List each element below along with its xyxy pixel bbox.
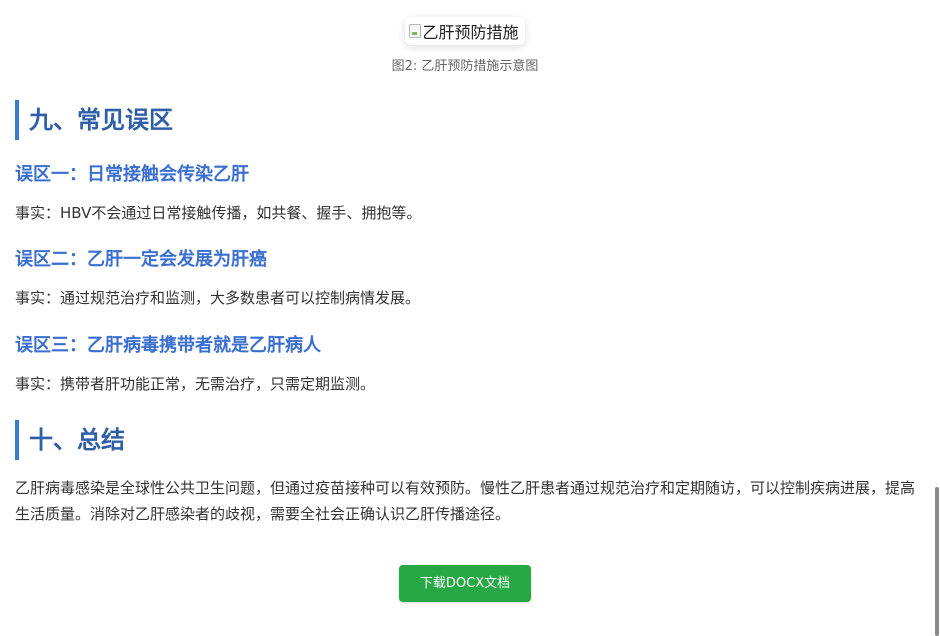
document-page: 乙肝预防措施 图2: 乙肝预防措施示意图 九、常见误区 误区一：日常接触会传染乙… — [0, 0, 940, 636]
myth-1-title: 误区一：日常接触会传染乙肝 — [15, 164, 249, 185]
figure: 乙肝预防措施 图2: 乙肝预防措施示意图 — [0, 17, 930, 74]
scrollbar-thumb[interactable] — [935, 487, 939, 636]
myth-2-fact: 事实：通过规范治疗和监测，大多数患者可以控制病情发展。 — [15, 289, 421, 307]
myth-3-fact: 事实：携带者肝功能正常，无需治疗，只需定期监测。 — [15, 375, 376, 393]
myth-1-fact: 事实：HBV不会通过日常接触传播，如共餐、握手、拥抱等。 — [15, 204, 422, 222]
broken-image: 乙肝预防措施 — [405, 17, 525, 45]
summary-paragraph: 乙肝病毒感染是全球性公共卫生问题，但通过疫苗接种可以有效预防。慢性乙肝患者通过规… — [15, 479, 916, 523]
section-heading-9: 九、常见误区 — [15, 100, 173, 140]
section-heading-10: 十、总结 — [15, 420, 125, 460]
broken-image-icon — [409, 24, 422, 38]
myth-2-title: 误区二：乙肝一定会发展为肝癌 — [15, 249, 267, 270]
figure-caption: 图2: 乙肝预防措施示意图 — [391, 59, 539, 74]
image-alt-text: 乙肝预防措施 — [422, 23, 519, 42]
scrollbar[interactable] — [932, 0, 940, 636]
download-docx-button[interactable]: 下载DOCX文档 — [399, 565, 531, 602]
myth-3-title: 误区三：乙肝病毒携带者就是乙肝病人 — [15, 335, 321, 356]
